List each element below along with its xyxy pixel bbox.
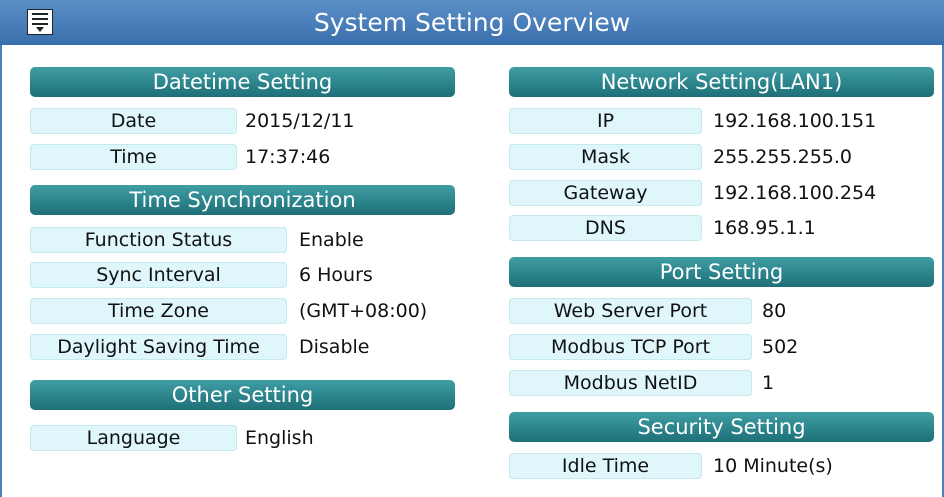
port-setting-header: Port Setting <box>509 257 934 287</box>
time-value: 17:37:46 <box>245 146 331 168</box>
language-value: English <box>245 427 314 449</box>
menu-icon[interactable] <box>27 9 53 35</box>
time-label: Time <box>30 144 237 170</box>
gateway-label: Gateway <box>509 180 702 206</box>
web-server-port-label: Web Server Port <box>509 298 752 324</box>
network-setting-header: Network Setting(LAN1) <box>509 67 934 97</box>
date-value: 2015/12/11 <box>245 110 355 132</box>
sync-interval-label: Sync Interval <box>30 262 287 288</box>
language-label: Language <box>30 425 237 451</box>
ip-label: IP <box>509 108 702 134</box>
date-label: Date <box>30 108 237 134</box>
ip-value: 192.168.100.151 <box>713 110 877 132</box>
modbus-netid-label: Modbus NetID <box>509 370 752 396</box>
security-setting-header: Security Setting <box>509 412 934 442</box>
daylight-saving-value: Disable <box>299 336 370 358</box>
datetime-setting-header: Datetime Setting <box>30 67 455 97</box>
time-zone-label: Time Zone <box>30 298 287 324</box>
web-server-port-value: 80 <box>762 300 787 322</box>
sync-interval-value: 6 Hours <box>299 264 373 286</box>
modbus-tcp-port-value: 502 <box>762 336 799 358</box>
mask-label: Mask <box>509 144 702 170</box>
page-title: System Setting Overview <box>313 8 631 37</box>
function-status-label: Function Status <box>30 227 287 253</box>
dropdown-arrow-icon <box>36 27 44 32</box>
gateway-value: 192.168.100.254 <box>713 182 877 204</box>
time-sync-header: Time Synchronization <box>30 185 455 215</box>
modbus-netid-value: 1 <box>762 372 775 394</box>
idle-time-label: Idle Time <box>509 453 702 479</box>
dns-value: 168.95.1.1 <box>713 217 816 239</box>
mask-value: 255.255.255.0 <box>713 146 853 168</box>
idle-time-value: 10 Minute(s) <box>713 455 833 477</box>
dns-label: DNS <box>509 215 702 241</box>
modbus-tcp-port-label: Modbus TCP Port <box>509 334 752 360</box>
function-status-value: Enable <box>299 229 364 251</box>
time-zone-value: (GMT+08:00) <box>299 300 428 322</box>
other-setting-header: Other Setting <box>30 380 455 410</box>
menu-lines-icon <box>32 13 48 25</box>
daylight-saving-label: Daylight Saving Time <box>30 334 287 360</box>
